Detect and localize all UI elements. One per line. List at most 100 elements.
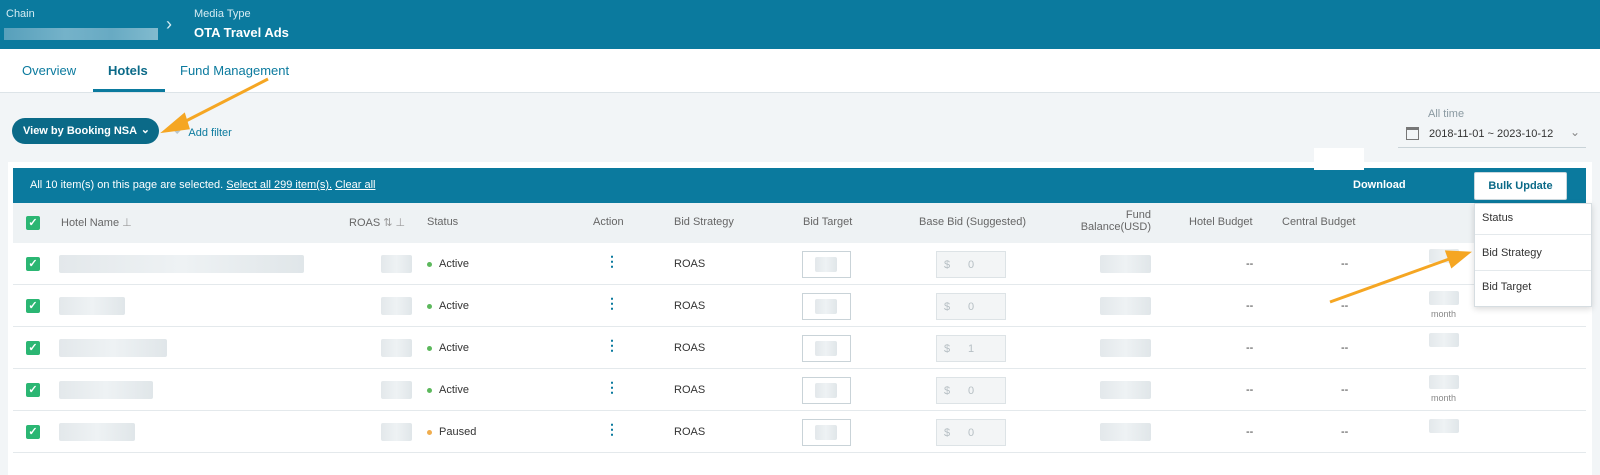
- selection-count-text: All 10 item(s) on this page are selected…: [30, 179, 224, 191]
- bid-strategy-value: ROAS: [674, 300, 706, 312]
- add-filter-label: Add filter: [188, 127, 232, 139]
- central-budget-value: --: [1341, 300, 1349, 312]
- bid-strategy-value: ROAS: [674, 258, 706, 270]
- hotel-budget-value: --: [1246, 342, 1254, 354]
- row-checkbox[interactable]: ✓: [26, 383, 40, 397]
- central-budget-value: --: [1341, 342, 1349, 354]
- status-badge: Paused: [427, 426, 476, 438]
- tab-overview[interactable]: Overview: [22, 63, 76, 78]
- base-bid-input: $0: [936, 419, 1006, 446]
- column-action: Action: [593, 216, 624, 228]
- more-actions-icon[interactable]: ⋮: [605, 253, 619, 270]
- currency-symbol: $: [944, 385, 951, 397]
- sort-icon[interactable]: ⇅: [383, 217, 392, 229]
- roas-value-redacted: [381, 423, 412, 441]
- select-all-checkbox[interactable]: ✓: [26, 216, 40, 230]
- roas-value-redacted: [381, 255, 412, 273]
- status-text: Active: [439, 342, 469, 354]
- chevron-down-icon: ⌄: [140, 124, 150, 136]
- status-text: Active: [439, 384, 469, 396]
- status-text: Active: [439, 258, 469, 270]
- view-by-label: View by Booking NSA: [23, 125, 138, 137]
- chevron-down-icon: ⌄: [1570, 125, 1581, 139]
- base-bid-value: 1: [968, 343, 975, 355]
- menu-divider: [1475, 234, 1591, 235]
- column-roas-label: ROAS: [349, 217, 381, 229]
- tab-hotels[interactable]: Hotels: [108, 63, 148, 78]
- hotel-name-redacted[interactable]: [59, 381, 153, 399]
- budget-period: month: [1431, 309, 1457, 319]
- hotel-name-redacted[interactable]: [59, 423, 135, 441]
- more-actions-icon[interactable]: ⋮: [605, 295, 619, 312]
- currency-symbol: $: [944, 301, 951, 313]
- menu-item-status[interactable]: Status: [1482, 212, 1513, 224]
- bid-target-input[interactable]: [802, 377, 851, 404]
- base-bid-input: $1: [936, 335, 1006, 362]
- table-row[interactable]: ✓ Active ⋮ ROAS $1 -- --: [13, 327, 1586, 369]
- status-badge: Active: [427, 384, 469, 396]
- more-actions-icon[interactable]: ⋮: [605, 379, 619, 396]
- column-roas[interactable]: ROAS ⇅ ⊥: [349, 216, 405, 229]
- menu-item-bid-strategy[interactable]: Bid Strategy: [1482, 247, 1542, 259]
- column-status: Status: [427, 216, 459, 228]
- top-header: Chain › Media Type OTA Travel Ads: [0, 0, 1600, 49]
- base-bid-input: $0: [936, 251, 1006, 278]
- hotel-budget-value: --: [1246, 426, 1254, 438]
- clear-all-link[interactable]: Clear all: [335, 179, 375, 191]
- hotel-name-redacted[interactable]: [59, 255, 304, 273]
- base-bid-value: 0: [968, 385, 975, 397]
- status-badge: Active: [427, 258, 469, 270]
- hotel-budget-value: --: [1246, 384, 1254, 396]
- active-tab-indicator: [93, 89, 165, 92]
- add-filter-button[interactable]: ⏷ Add filter: [172, 124, 232, 140]
- column-hotel-budget: Hotel Budget: [1189, 216, 1253, 228]
- bid-strategy-value: ROAS: [674, 384, 706, 396]
- breadcrumb-chevron-icon: ›: [166, 14, 172, 34]
- base-bid-value: 0: [968, 259, 975, 271]
- bulk-update-button[interactable]: Bulk Update: [1474, 172, 1567, 200]
- menu-item-bid-target[interactable]: Bid Target: [1482, 281, 1531, 293]
- row-checkbox[interactable]: ✓: [26, 299, 40, 313]
- hotel-name-redacted[interactable]: [59, 297, 125, 315]
- fund-balance-redacted: [1100, 381, 1151, 399]
- tab-bar: Overview Hotels Fund Management: [0, 49, 1600, 93]
- filter-icon: ⏷: [172, 124, 183, 139]
- select-all-link[interactable]: Select all 299 item(s).: [226, 179, 332, 191]
- chain-label: Chain: [6, 8, 35, 20]
- row-checkbox[interactable]: ✓: [26, 341, 40, 355]
- selection-message: All 10 item(s) on this page are selected…: [30, 179, 375, 191]
- hotel-budget-value: --: [1246, 258, 1254, 270]
- view-by-dropdown[interactable]: View by Booking NSA ⌄: [12, 118, 159, 144]
- budget-value-redacted: [1429, 333, 1459, 347]
- row-checkbox[interactable]: ✓: [26, 425, 40, 439]
- bulk-update-menu: Status Bid Strategy Bid Target: [1474, 203, 1592, 307]
- fund-balance-redacted: [1100, 255, 1151, 273]
- more-actions-icon[interactable]: ⋮: [605, 337, 619, 354]
- bid-target-input[interactable]: [802, 335, 851, 362]
- base-bid-value: 0: [968, 301, 975, 313]
- table-row[interactable]: ✓ Active ⋮ ROAS $0 -- -- month: [13, 285, 1586, 327]
- table-row[interactable]: ✓ Active ⋮ ROAS $0 -- -- month: [13, 369, 1586, 411]
- column-hotel-name[interactable]: Hotel Name ⊥: [61, 216, 132, 229]
- currency-symbol: $: [944, 259, 951, 271]
- column-bid-strategy: Bid Strategy: [674, 216, 734, 228]
- column-fund-balance: Fund Balance(USD): [1080, 209, 1151, 233]
- date-range-picker[interactable]: 2018-11-01 ~ 2023-10-12 ⌄: [1398, 122, 1586, 148]
- bid-target-input[interactable]: [802, 293, 851, 320]
- media-type-value[interactable]: OTA Travel Ads: [194, 25, 289, 40]
- chain-value-redacted[interactable]: [4, 28, 158, 40]
- row-checkbox[interactable]: ✓: [26, 257, 40, 271]
- fund-balance-redacted: [1100, 297, 1151, 315]
- table-row[interactable]: ✓ Active ⋮ ROAS $0 -- --: [13, 243, 1586, 285]
- pin-icon[interactable]: ⊥: [396, 217, 406, 229]
- roas-value-redacted: [381, 297, 412, 315]
- download-button[interactable]: Download: [1353, 179, 1406, 191]
- hotel-name-redacted[interactable]: [59, 339, 167, 357]
- table-row[interactable]: ✓ Paused ⋮ ROAS $0 -- --: [13, 411, 1586, 453]
- bid-target-input[interactable]: [802, 419, 851, 446]
- bid-target-input[interactable]: [802, 251, 851, 278]
- fund-balance-redacted: [1100, 339, 1151, 357]
- pin-icon[interactable]: ⊥: [122, 217, 132, 229]
- tab-fund-management[interactable]: Fund Management: [180, 63, 289, 78]
- more-actions-icon[interactable]: ⋮: [605, 421, 619, 438]
